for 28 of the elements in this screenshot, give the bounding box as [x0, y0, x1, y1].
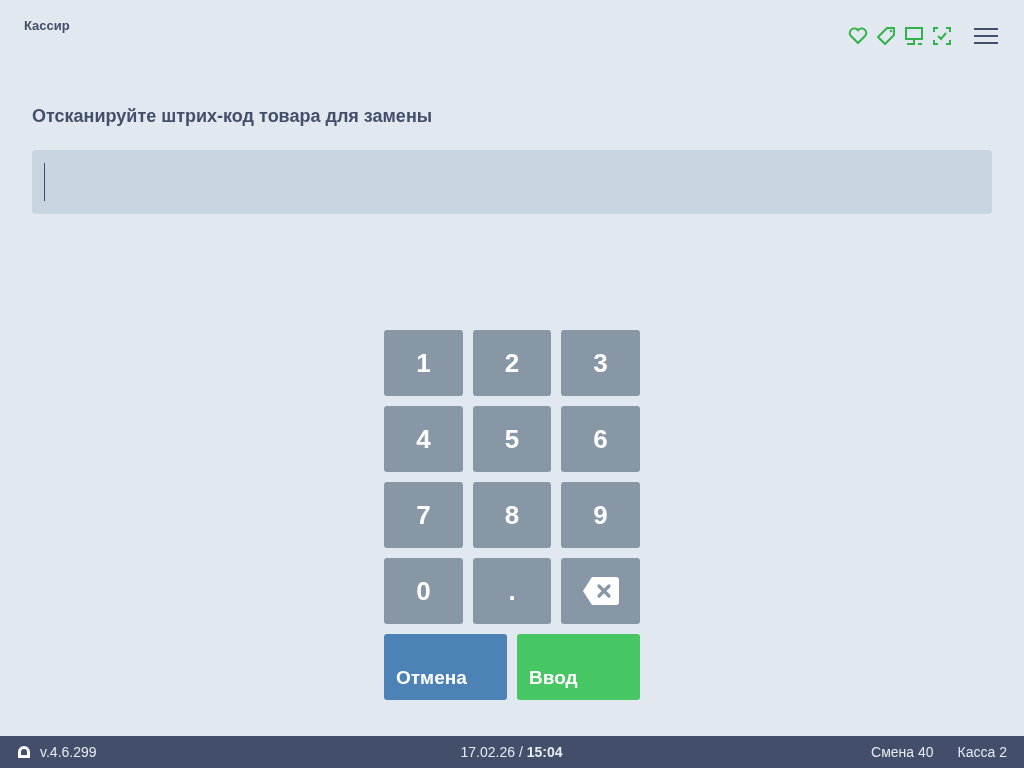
heart-icon[interactable] [848, 27, 868, 45]
key-button[interactable]: 8 [473, 482, 551, 548]
enter-button[interactable]: Ввод [517, 634, 640, 700]
key-button[interactable]: 1 [384, 330, 463, 396]
key-button[interactable]: 3 [561, 330, 640, 396]
app-title: Кассир [24, 18, 70, 33]
key-button[interactable]: . [473, 558, 551, 624]
key-button[interactable]: 6 [561, 406, 640, 472]
version-text: v.4.6.299 [40, 744, 97, 760]
monitor-icon[interactable] [904, 26, 924, 46]
scan-check-icon[interactable] [932, 26, 952, 46]
cancel-button[interactable]: Отмена [384, 634, 507, 700]
key-button[interactable]: 2 [473, 330, 551, 396]
key-button[interactable]: 0 [384, 558, 463, 624]
logo-icon [16, 744, 32, 760]
date-time: 17.02.26 / 15:04 [460, 744, 563, 760]
barcode-input-field[interactable] [32, 150, 992, 214]
key-button[interactable]: 9 [561, 482, 640, 548]
key-button[interactable]: 4 [384, 406, 463, 472]
backspace-button[interactable] [561, 558, 640, 624]
register-number: Касса 2 [957, 744, 1007, 760]
backspace-icon [581, 576, 620, 606]
scan-prompt: Отсканируйте штрих-код товара для замены [32, 106, 434, 127]
key-button[interactable]: 5 [473, 406, 551, 472]
shift-number: Смена 40 [871, 744, 934, 760]
key-button[interactable]: 7 [384, 482, 463, 548]
menu-icon[interactable] [974, 27, 998, 45]
tag-icon[interactable] [876, 26, 896, 46]
